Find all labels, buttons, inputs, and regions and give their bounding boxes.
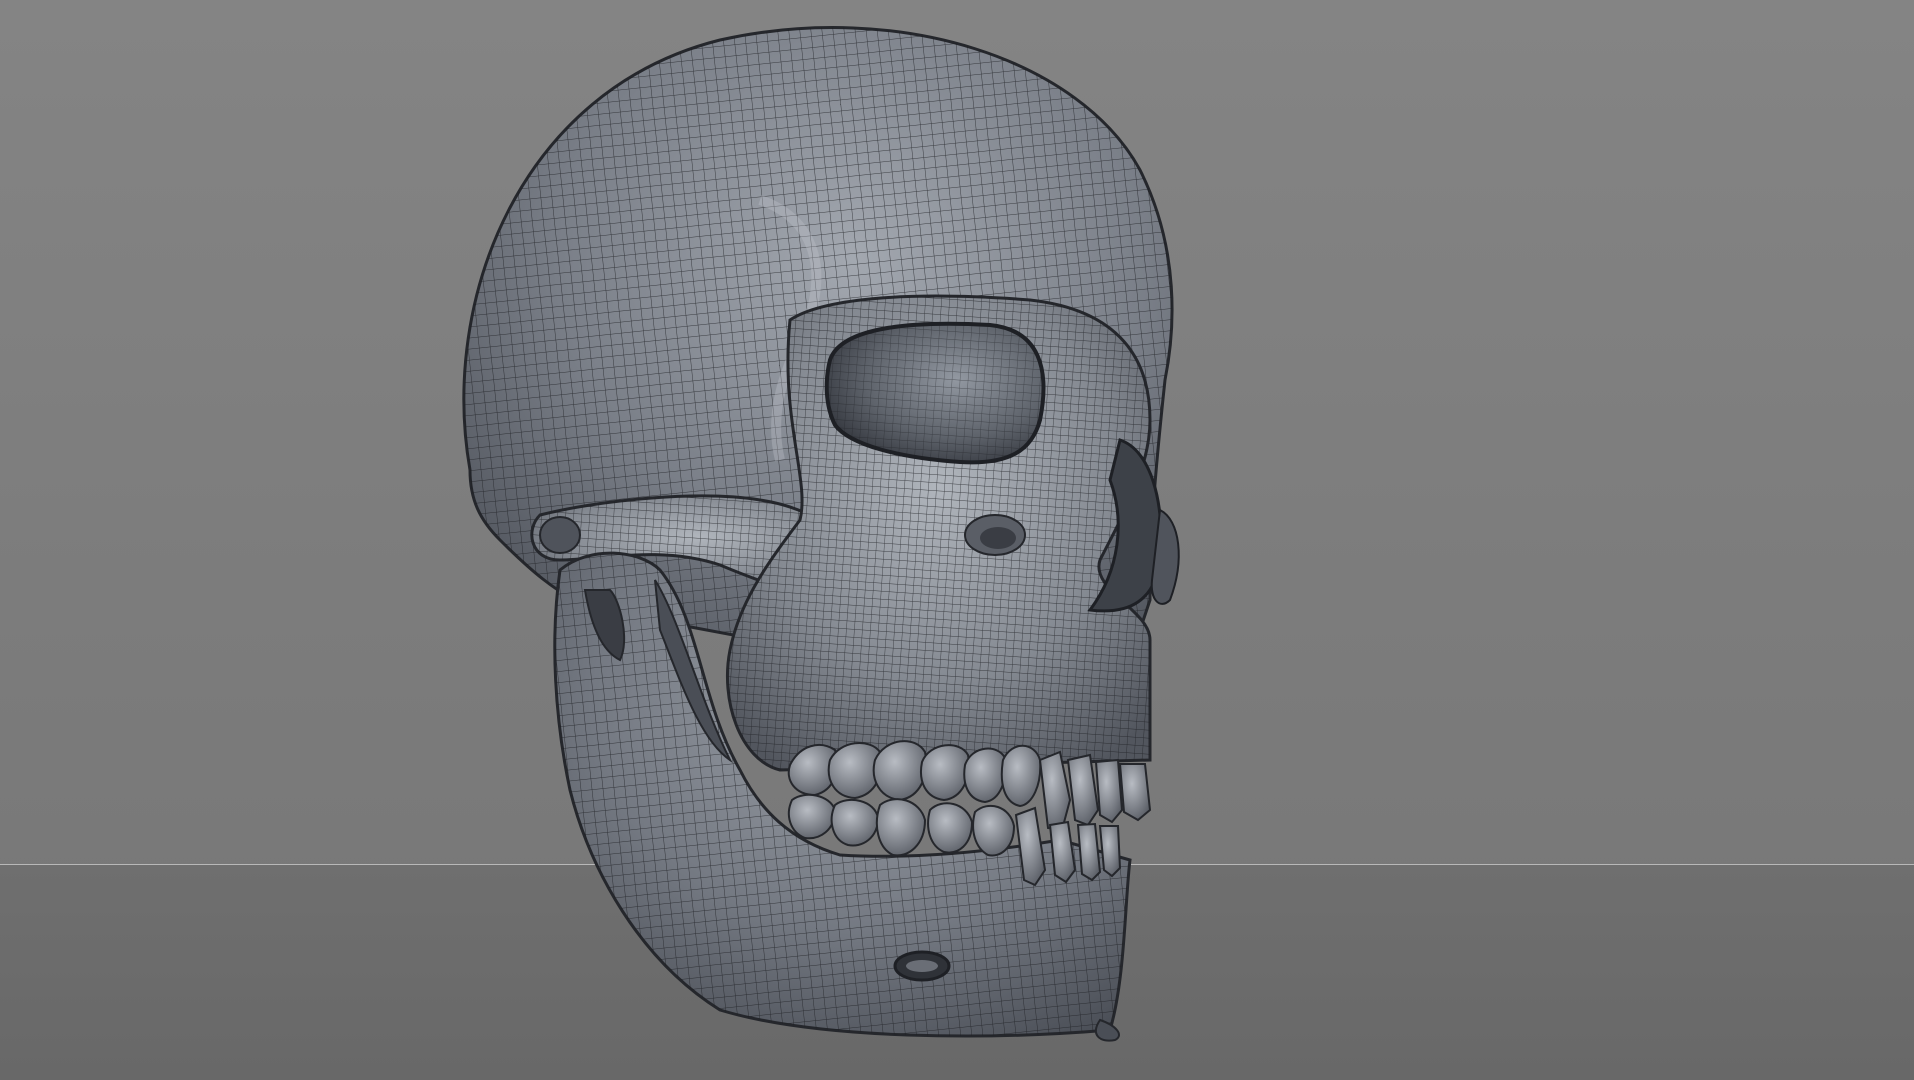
eye-socket	[824, 321, 1046, 465]
chin-tip	[1095, 1018, 1120, 1042]
3d-viewport[interactable]	[0, 0, 1914, 1080]
cheek-foramen	[964, 514, 1026, 556]
skull-mesh-model[interactable]	[0, 0, 1914, 1080]
